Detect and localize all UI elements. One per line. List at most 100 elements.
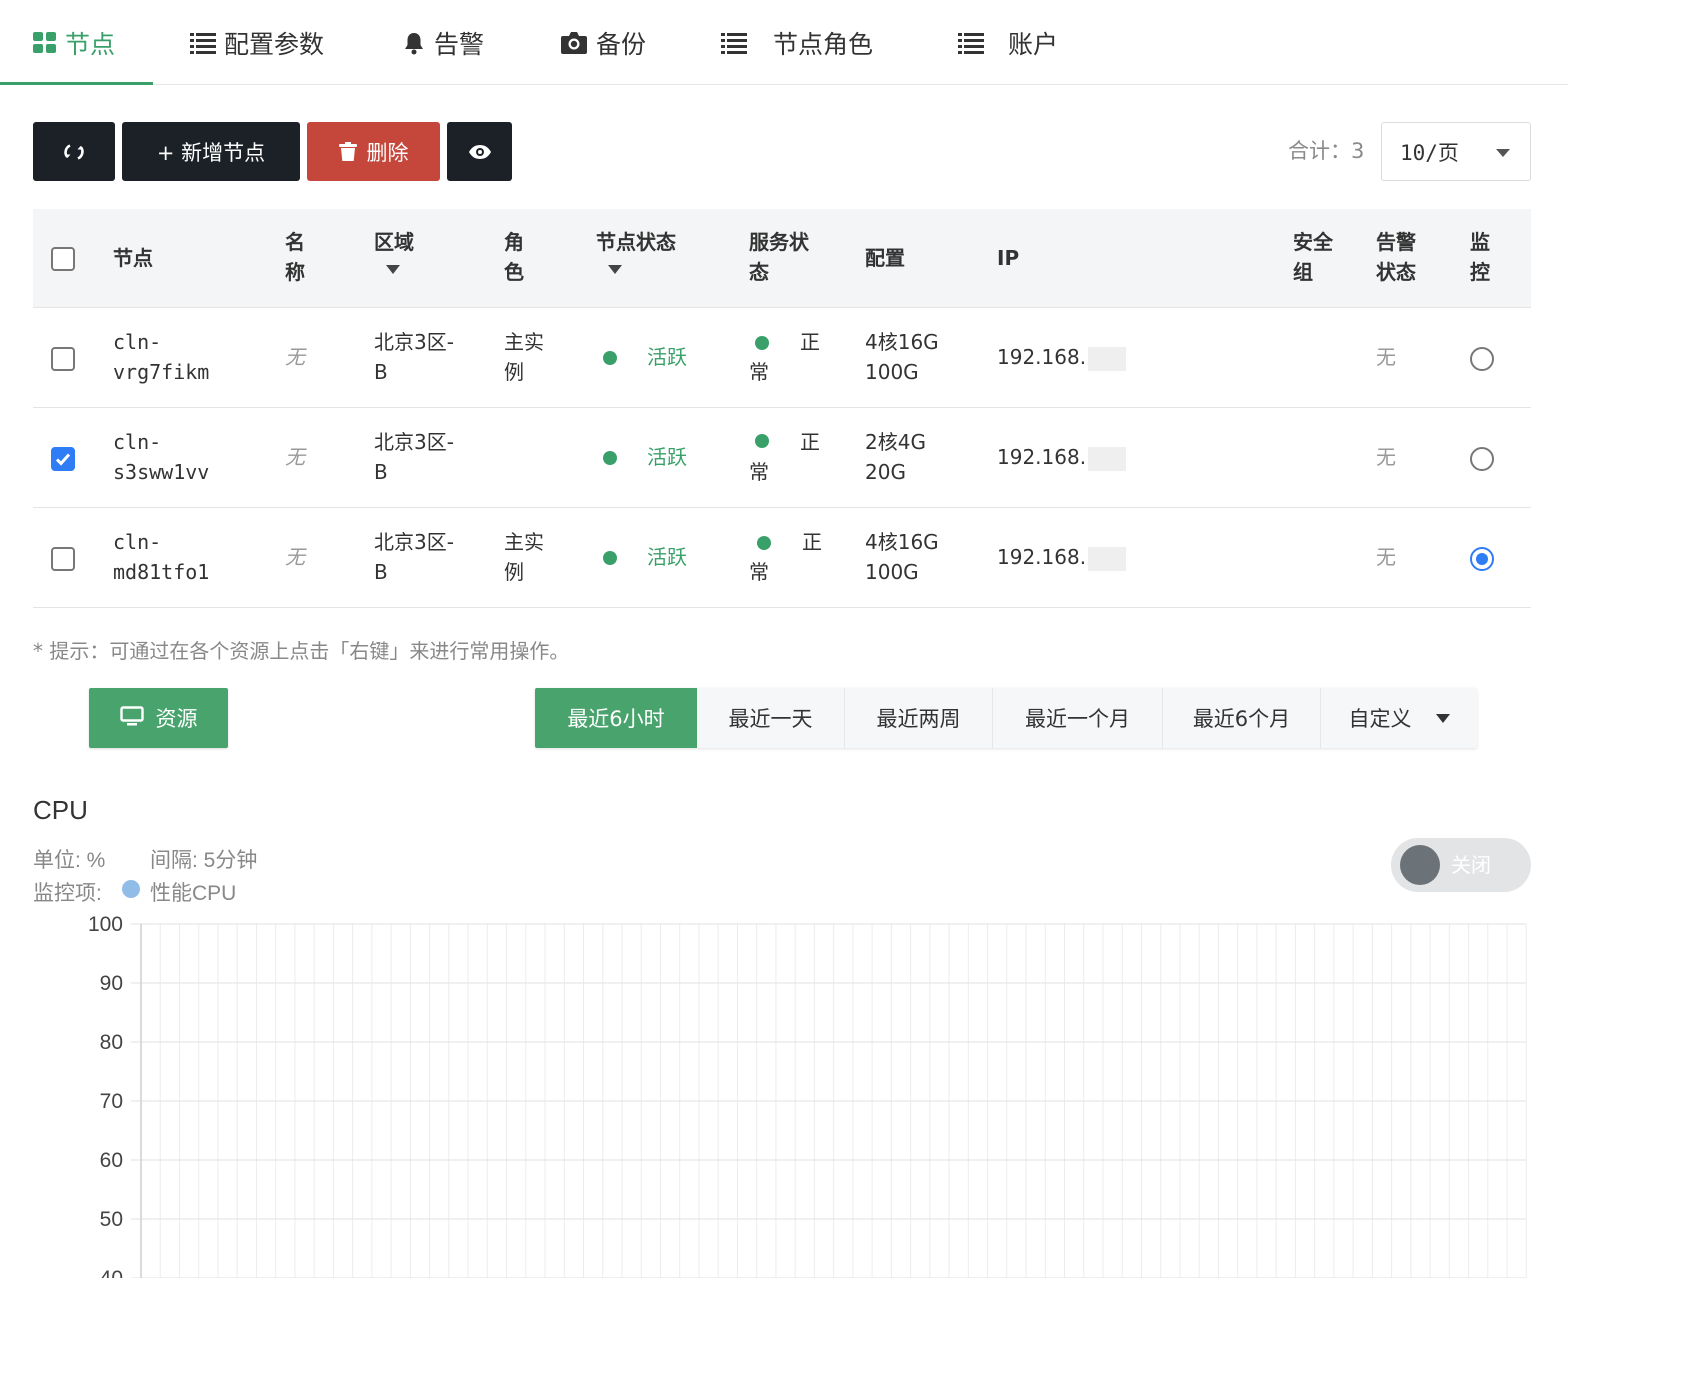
status-dot [755,336,769,350]
col-role: 角色 [504,230,524,284]
alarm-status: 无 [1376,445,1396,469]
list-icon [958,32,984,54]
list-icon [721,32,747,54]
delete-label: 删除 [366,140,409,165]
node-ip: 192.168. [997,342,1127,372]
node-status: 活跃 [647,345,687,369]
toggle-knob [1400,845,1440,885]
redacted-mask [1088,346,1127,371]
redacted-mask [1088,446,1127,471]
resources-button[interactable]: 资源 [89,688,228,748]
row-checkbox[interactable] [51,347,75,371]
status-dot [603,351,617,365]
col-alarm-status: 告警 状态 [1376,230,1416,284]
tab-node-roles[interactable]: 节点角色 [721,0,873,85]
alarm-status: 无 [1376,345,1396,369]
camera-icon [560,31,588,55]
y-tick-label: 60 [100,1149,123,1172]
monitor-radio[interactable] [1470,447,1494,471]
status-dot [757,536,771,550]
legend-marker [122,880,140,898]
tab-config-params[interactable]: 配置参数 [190,0,324,85]
range-1d[interactable]: 最近一天 [697,688,845,748]
tab-label: 配置参数 [224,29,325,59]
col-region[interactable]: 区域 [374,227,414,274]
node-region: 北京3区- B [374,430,454,484]
col-monitor: 监控 [1470,230,1490,284]
node-ip: 192.168. [997,442,1127,472]
view-button[interactable] [447,122,512,181]
col-config: 配置 [865,246,905,270]
table-row[interactable]: cln-vrg7fikm 无 北京3区- B 主实例 活跃 正 常 4核16G 10… [33,308,1531,408]
status-dot [603,551,617,565]
table-header: 节点 名称 区域 角色 节点状态 服务状态 配置 IP 安全组 告警 状态 监控 [33,209,1531,308]
trash-icon [338,141,357,162]
chevron-down-icon [1435,713,1450,723]
table-row[interactable]: cln-s3sww1vv 无 北京3区- B 活跃 正 常 2核4G 20G 192… [33,408,1531,508]
node-config: 4核16G 100G [865,530,939,584]
refresh-button[interactable] [33,122,115,181]
toggle-label: 关闭 [1451,853,1491,877]
add-node-button[interactable]: + 新增节点 [122,122,300,181]
node-role: 主实例 [504,330,544,384]
node-config: 4核16G 100G [865,330,939,384]
service-status-line2: 常 [749,460,769,484]
node-id[interactable]: cln-md81tfo1 [113,527,209,587]
node-region: 北京3区- B [374,530,454,584]
y-tick-label: 80 [100,1031,123,1054]
time-range-group: 最近6小时 最近一天 最近两周 最近一个月 最近6个月 自定义 [535,688,1477,748]
sort-caret-icon[interactable] [386,265,400,274]
range-6h[interactable]: 最近6小时 [535,688,697,748]
monitor-radio[interactable] [1470,547,1494,571]
col-service-status: 服务状态 [749,230,809,284]
node-status: 活跃 [647,545,687,569]
cpu-chart: 100 90 80 70 60 50 40 [88,913,1527,1278]
chart-title: CPU [33,795,88,825]
chevron-down-icon [1496,149,1510,157]
grid-icon [33,31,57,54]
chart-toggle[interactable]: 关闭 [1391,838,1531,892]
monitor-radio[interactable] [1470,347,1494,371]
delete-button[interactable]: 删除 [307,122,440,181]
tab-backup[interactable]: 备份 [560,0,646,85]
service-status-line1: 正 [800,430,820,454]
col-node-status[interactable]: 节点状态 [596,227,676,274]
page-size-select[interactable]: 10/页 [1381,122,1531,181]
active-tab-indicator [0,82,153,85]
range-custom[interactable]: 自定义 [1321,688,1477,748]
service-status-line1: 正 [802,530,822,554]
col-security-group: 安全组 [1293,230,1333,284]
tab-nodes[interactable]: 节点 [33,0,115,85]
total-count: 合计：3 [1288,139,1365,163]
alarm-status: 无 [1376,545,1396,569]
tab-accounts[interactable]: 账户 [958,0,1058,85]
range-6m[interactable]: 最近6个月 [1163,688,1321,748]
bell-icon [402,31,426,55]
redacted-mask [1088,546,1127,571]
chart-unit: 单位: % [33,849,106,872]
status-dot [603,451,617,465]
node-id[interactable]: cln-s3sww1vv [113,427,209,487]
row-checkbox[interactable] [51,447,75,471]
resources-label: 资源 [155,707,198,731]
service-status-line1: 正 [800,330,820,354]
select-all-checkbox[interactable] [51,247,75,271]
range-2w[interactable]: 最近两周 [845,688,993,748]
node-id[interactable]: cln-vrg7fikm [113,327,209,387]
node-status: 活跃 [647,445,687,469]
tab-label: 节点 [65,29,116,59]
table-row[interactable]: cln-md81tfo1 无 北京3区- B 主实例 活跃 正 常 4核16G 10… [33,508,1531,608]
tab-alarms[interactable]: 告警 [402,0,484,85]
status-dot [755,434,769,448]
node-ip: 192.168. [997,542,1127,572]
node-config: 2核4G 20G [865,430,926,484]
y-tick-label: 40 [100,1267,123,1278]
sort-caret-icon[interactable] [608,265,622,274]
monitor-icon [119,705,156,731]
row-checkbox[interactable] [51,547,75,571]
page-size-value: 10/页 [1400,140,1459,165]
node-role: 主实例 [504,530,544,584]
tab-label: 备份 [596,29,647,59]
check-icon [55,453,71,466]
range-1m[interactable]: 最近一个月 [993,688,1163,748]
